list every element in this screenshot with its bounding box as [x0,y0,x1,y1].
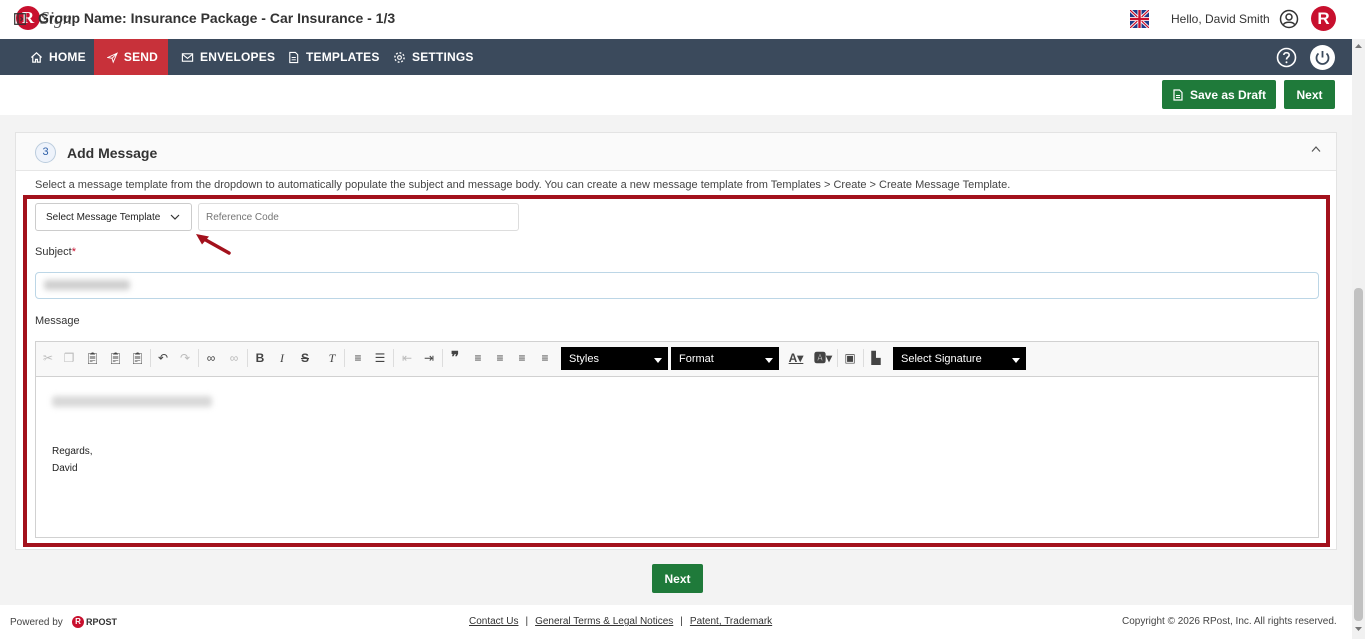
rpost-logo-text: RPOST [86,616,118,627]
document-icon [289,51,299,63]
nav-envelopes-label: ENVELOPES [200,50,276,64]
uk-flag-icon[interactable] [1130,10,1149,28]
footer-links: Contact Us | General Terms & Legal Notic… [469,616,772,627]
sidebar-toggle-icon[interactable] [14,13,26,25]
step-title: Add Message [67,145,158,161]
user-icon[interactable] [1279,9,1299,29]
document-icon [1173,88,1183,101]
envelope-icon [181,52,194,62]
contact-us-link[interactable]: Contact Us [469,616,518,627]
next-button-bottom[interactable]: Next [652,564,703,593]
powered-by-label: Powered by [10,617,63,628]
nav-envelopes[interactable]: ENVELOPES [171,39,285,75]
chevron-up-icon[interactable] [1311,145,1321,153]
nav-home[interactable]: HOME [20,39,96,75]
scroll-up-icon[interactable] [1354,43,1363,49]
help-icon[interactable] [1276,47,1297,68]
nav-home-label: HOME [49,50,86,64]
scroll-down-icon[interactable] [1354,626,1363,632]
nav-settings[interactable]: SETTINGS [383,39,484,75]
nav-send[interactable]: SEND [94,39,168,75]
nav-send-label: SEND [123,50,158,64]
rpost-logo[interactable]: R RPOST [72,615,117,628]
card-header[interactable] [16,133,1336,171]
step-number-badge: 3 [35,142,56,163]
send-icon [107,51,118,64]
footer-separator: | [525,616,529,627]
copyright-text: Copyright © 2026 RPost, Inc. All rights … [1122,616,1337,627]
main-nav: HOME SEND ENVELOPES TEMPLATES SETTINGS [0,39,1352,75]
terms-link[interactable]: General Terms & Legal Notices [535,616,673,627]
highlight-annotation-box [23,195,1330,547]
rpost-logo-icon: R [72,615,84,628]
save-as-draft-button[interactable]: Save as Draft [1162,80,1276,109]
power-icon [1315,51,1330,65]
nav-templates-label: TEMPLATES [306,50,380,64]
home-icon [30,51,43,63]
patent-trademark-link[interactable]: Patent, Trademark [690,616,772,627]
scrollbar-thumb[interactable] [1354,288,1363,621]
gear-icon [394,51,405,63]
rpost-brand-icon[interactable]: R [1311,6,1336,31]
footer-separator: | [680,616,683,627]
logout-button[interactable] [1310,45,1335,70]
nav-templates[interactable]: TEMPLATES [277,39,390,75]
group-title: Group Name: Insurance Package - Car Insu… [38,10,396,26]
group-header [0,75,1352,115]
save-as-draft-label: Save as Draft [1189,87,1267,102]
user-greeting: Hello, David Smith [1171,12,1270,26]
instructions-text: Select a message template from the dropd… [35,179,1011,191]
nav-settings-label: SETTINGS [412,50,474,64]
next-button-top[interactable]: Next [1284,80,1335,109]
